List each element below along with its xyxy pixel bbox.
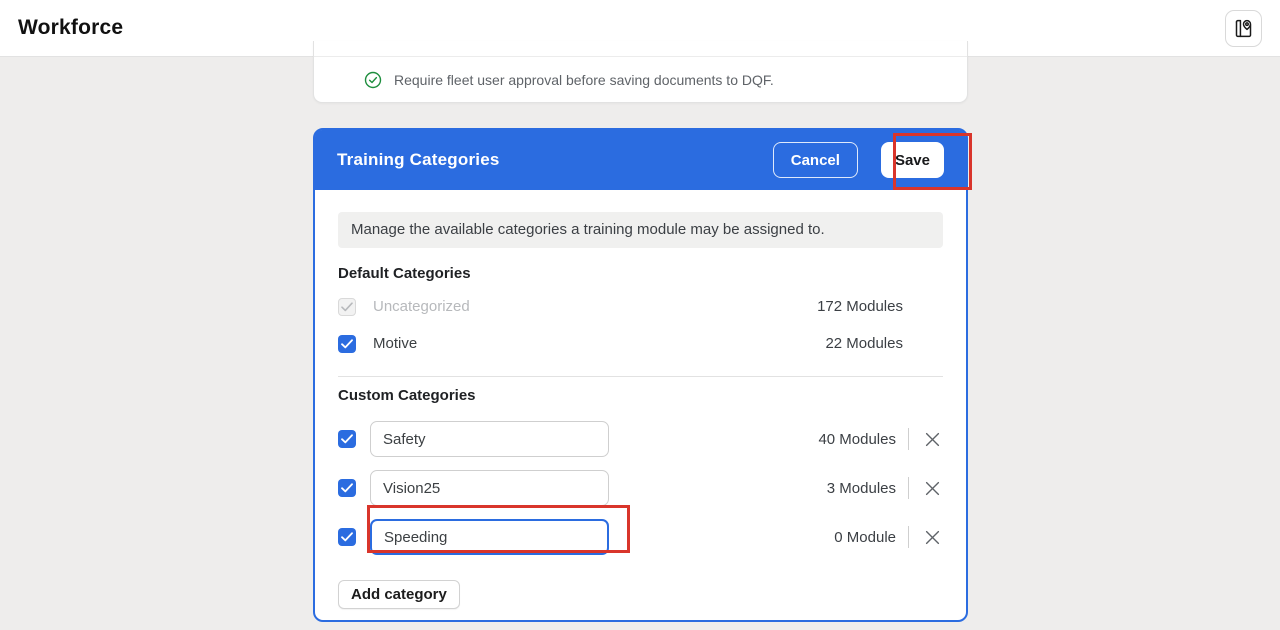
panel-description: Manage the available categories a traini… (338, 212, 943, 248)
checkmark-icon (341, 483, 353, 493)
category-row-motive: Motive 22 Modules (338, 325, 943, 362)
map-pin-icon (1233, 18, 1254, 39)
custom-categories-heading: Custom Categories (338, 387, 943, 404)
approval-setting-text: Require fleet user approval before savin… (394, 72, 774, 88)
category-row-safety: 40 Modules (338, 421, 943, 457)
checkmark-icon (341, 302, 353, 312)
modules-count: 172 Modules (817, 298, 903, 315)
panel-header: Training Categories Cancel Save (315, 130, 966, 190)
remove-category-button[interactable] (921, 428, 943, 450)
approval-setting-row: Require fleet user approval before savin… (314, 57, 967, 102)
close-icon (925, 530, 940, 545)
checkbox-vision25[interactable] (338, 479, 356, 497)
clipped-setting-row (314, 41, 967, 57)
close-icon (925, 481, 940, 496)
checkbox-uncategorized (338, 298, 356, 316)
section-divider (338, 376, 943, 377)
save-button[interactable]: Save (881, 142, 944, 178)
modules-count: 3 Modules (827, 480, 896, 497)
close-icon (925, 432, 940, 447)
cancel-button[interactable]: Cancel (773, 142, 858, 178)
remove-category-button[interactable] (921, 526, 943, 548)
check-circle-icon (364, 71, 382, 89)
checkbox-safety[interactable] (338, 430, 356, 448)
category-name-input[interactable] (370, 470, 609, 506)
default-categories-heading: Default Categories (338, 265, 943, 282)
checkmark-icon (341, 532, 353, 542)
modules-count: 0 Module (834, 529, 896, 546)
modules-count: 22 Modules (825, 335, 903, 352)
checkbox-speeding[interactable] (338, 528, 356, 546)
checkmark-icon (341, 339, 353, 349)
row-divider (908, 526, 909, 548)
app-title: Workforce (18, 16, 123, 40)
row-divider (908, 428, 909, 450)
remove-category-button[interactable] (921, 477, 943, 499)
checkmark-icon (341, 434, 353, 444)
settings-card-partial: Require fleet user approval before savin… (313, 41, 968, 103)
map-button[interactable] (1225, 10, 1262, 47)
panel-title: Training Categories (337, 150, 773, 170)
category-name-input[interactable] (370, 519, 609, 555)
training-categories-panel: Training Categories Cancel Save Manage t… (313, 128, 968, 622)
checkbox-motive[interactable] (338, 335, 356, 353)
category-row-uncategorized: Uncategorized 172 Modules (338, 288, 943, 325)
category-row-speeding: 0 Module (338, 519, 943, 555)
panel-body: Manage the available categories a traini… (315, 190, 966, 609)
add-category-button[interactable]: Add category (338, 580, 460, 609)
category-row-vision25: 3 Modules (338, 470, 943, 506)
category-label: Motive (373, 335, 417, 352)
modules-count: 40 Modules (818, 431, 896, 448)
row-divider (908, 477, 909, 499)
category-label: Uncategorized (373, 298, 470, 315)
category-name-input[interactable] (370, 421, 609, 457)
